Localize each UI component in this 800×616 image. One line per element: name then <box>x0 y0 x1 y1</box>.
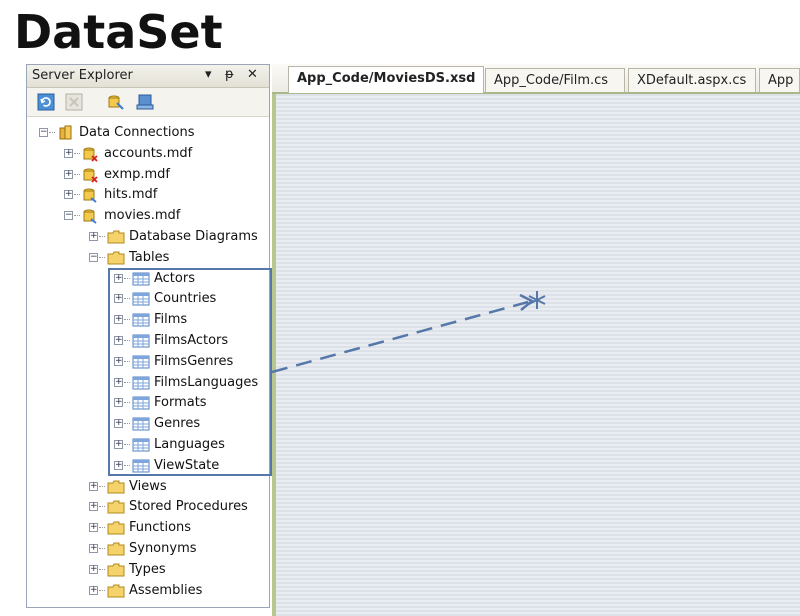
drag-arrow-line <box>271 300 529 374</box>
drag-arrow <box>271 291 546 374</box>
